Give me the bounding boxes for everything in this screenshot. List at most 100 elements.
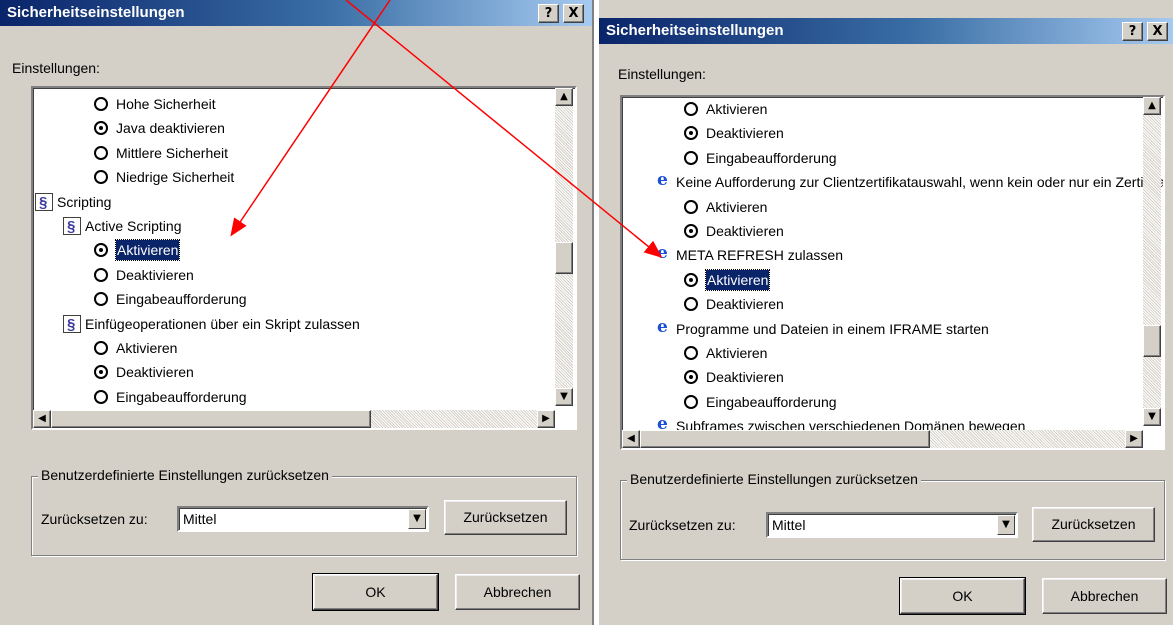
script-icon xyxy=(63,215,81,239)
radio-unchecked-icon[interactable] xyxy=(684,199,698,214)
scroll-down-icon[interactable]: ▼ xyxy=(555,388,573,406)
horizontal-scrollbar[interactable]: ◀ ▶ xyxy=(622,430,1143,448)
cancel-button[interactable]: Abbrechen xyxy=(455,574,580,610)
reset-level-value: Mittel xyxy=(772,517,806,533)
settings-tree[interactable]: Hohe Sicherheit Java deaktivieren Mittlere… xyxy=(31,86,577,430)
radio-unchecked-icon[interactable] xyxy=(684,394,698,409)
option-label: Java deaktivieren xyxy=(116,120,225,137)
option-label: Aktivieren xyxy=(114,239,181,262)
scroll-up-icon[interactable]: ▲ xyxy=(555,88,573,106)
script-icon xyxy=(63,313,81,337)
radio-unchecked-icon[interactable] xyxy=(94,292,108,307)
title-bar: Sicherheitseinstellungen ? X xyxy=(0,0,592,26)
internet-explorer-icon xyxy=(654,168,672,192)
scroll-left-icon[interactable]: ◀ xyxy=(33,410,51,428)
script-icon xyxy=(35,191,53,215)
dialog-title: Sicherheitseinstellungen xyxy=(606,22,784,39)
radio-unchecked-icon[interactable] xyxy=(94,170,108,185)
option-label: META REFRESH zulassen xyxy=(676,247,844,264)
option-label: Niedrige Sicherheit xyxy=(116,169,235,186)
ok-button[interactable]: OK xyxy=(312,573,439,611)
radio-unchecked-icon[interactable] xyxy=(94,341,108,355)
radio-checked-icon[interactable] xyxy=(684,370,698,385)
radio-unchecked-icon[interactable] xyxy=(684,346,698,360)
internet-explorer-icon xyxy=(654,315,672,339)
internet-explorer-icon xyxy=(654,241,672,265)
radio-checked-icon[interactable] xyxy=(684,126,698,141)
scroll-thumb[interactable] xyxy=(555,242,573,274)
option-label: Deaktivieren xyxy=(706,125,784,142)
radio-unchecked-icon[interactable] xyxy=(94,267,108,282)
option-label: Deaktivieren xyxy=(116,266,194,283)
radio-checked-icon[interactable] xyxy=(684,272,698,287)
option-label: Aktivieren xyxy=(706,198,768,215)
option-label: Aktivieren xyxy=(704,268,771,291)
close-button[interactable]: X xyxy=(563,4,584,23)
reset-button[interactable]: Zurücksetzen xyxy=(444,500,567,535)
radio-unchecked-icon[interactable] xyxy=(94,145,108,160)
option-label: Aktivieren xyxy=(116,340,178,356)
radio-checked-icon[interactable] xyxy=(94,121,108,136)
option-label: Deaktivieren xyxy=(706,369,784,386)
help-button[interactable]: ? xyxy=(1122,22,1143,41)
settings-label: Einstellungen: xyxy=(618,66,706,82)
scroll-right-icon[interactable]: ▶ xyxy=(537,410,555,428)
title-bar: Sicherheitseinstellungen ? X xyxy=(599,18,1173,44)
option-label: Active Scripting xyxy=(85,218,182,234)
reset-to-label: Zurücksetzen zu: xyxy=(41,511,148,527)
option-label: Aktivieren xyxy=(706,345,768,361)
help-button[interactable]: ? xyxy=(538,4,559,23)
dialog-title: Sicherheitseinstellungen xyxy=(7,4,185,21)
option-label: Aktivieren xyxy=(706,101,768,117)
radio-unchecked-icon[interactable] xyxy=(94,97,108,111)
option-label: Scripting xyxy=(57,193,112,210)
cancel-button[interactable]: Abbrechen xyxy=(1042,578,1167,614)
radio-checked-icon[interactable] xyxy=(684,224,698,238)
scroll-left-icon[interactable]: ◀ xyxy=(622,430,640,448)
radio-unchecked-icon[interactable] xyxy=(94,389,108,404)
hscroll-thumb[interactable] xyxy=(51,410,371,428)
close-button[interactable]: X xyxy=(1147,22,1168,41)
option-label: Hohe Sicherheit xyxy=(116,96,216,112)
option-label: Mittlere Sicherheit xyxy=(116,144,229,161)
option-label: Deaktivieren xyxy=(706,296,784,313)
radio-unchecked-icon[interactable] xyxy=(684,102,698,116)
horizontal-scrollbar[interactable]: ◀ ▶ xyxy=(33,410,555,428)
radio-unchecked-icon[interactable] xyxy=(684,150,698,165)
radio-checked-icon[interactable] xyxy=(94,243,108,258)
security-settings-dialog-right: Sicherheitseinstellungen ? X Einstellung… xyxy=(598,0,1173,625)
reset-to-label: Zurücksetzen zu: xyxy=(629,517,736,533)
scroll-right-icon[interactable]: ▶ xyxy=(1125,430,1143,448)
option-label: Deaktivieren xyxy=(116,364,194,381)
scroll-up-icon[interactable]: ▲ xyxy=(1143,97,1161,115)
radio-unchecked-icon[interactable] xyxy=(684,297,698,312)
option-label: Einfügeoperationen über ein Skript zulas… xyxy=(85,315,360,332)
option-label: Eingabeaufforderung xyxy=(706,393,837,410)
chevron-down-icon[interactable]: ▼ xyxy=(408,509,426,529)
option-label: Keine Aufforderung zur Clientzertifikata… xyxy=(676,174,1165,191)
option-label: Eingabeaufforderung xyxy=(116,291,247,308)
radio-checked-icon[interactable] xyxy=(94,365,108,380)
group-title: Benutzerdefinierte Einstellungen zurücks… xyxy=(627,471,921,487)
scroll-thumb[interactable] xyxy=(1143,325,1161,357)
reset-level-value: Mittel xyxy=(183,511,217,527)
group-title: Benutzerdefinierte Einstellungen zurücks… xyxy=(38,467,332,483)
vertical-scrollbar[interactable]: ▲ ▼ xyxy=(1143,97,1161,426)
vertical-scrollbar[interactable]: ▲ ▼ xyxy=(555,88,573,406)
security-settings-dialog-left: Sicherheitseinstellungen ? X Einstellung… xyxy=(0,0,594,625)
reset-groupbox: Benutzerdefinierte Einstellungen zurücks… xyxy=(620,471,1165,560)
reset-level-select[interactable]: Mittel ▼ xyxy=(177,506,429,532)
option-label: Programme und Dateien in einem IFRAME st… xyxy=(676,320,989,337)
chevron-down-icon[interactable]: ▼ xyxy=(997,515,1015,535)
settings-tree[interactable]: Aktivieren Deaktivieren Eingabeaufforderun… xyxy=(620,95,1165,450)
option-label: Eingabeaufforderung xyxy=(706,149,837,166)
reset-level-select[interactable]: Mittel ▼ xyxy=(766,512,1018,538)
scroll-down-icon[interactable]: ▼ xyxy=(1143,408,1161,426)
option-label: Eingabeaufforderung xyxy=(116,388,247,405)
option-label: Deaktivieren xyxy=(706,223,784,239)
settings-label: Einstellungen: xyxy=(12,60,100,76)
reset-button[interactable]: Zurücksetzen xyxy=(1032,507,1155,542)
reset-groupbox: Benutzerdefinierte Einstellungen zurücks… xyxy=(31,467,577,556)
hscroll-thumb[interactable] xyxy=(640,430,930,448)
ok-button[interactable]: OK xyxy=(899,577,1026,615)
